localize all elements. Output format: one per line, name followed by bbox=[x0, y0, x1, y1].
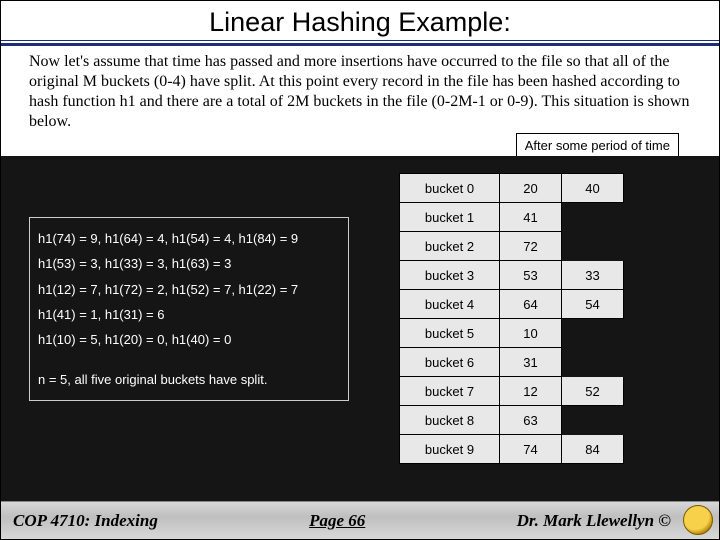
slide: Linear Hashing Example: Now let's assume… bbox=[0, 0, 720, 540]
bucket-value bbox=[562, 319, 624, 348]
footer: COP 4710: Indexing Page 66 Dr. Mark Llew… bbox=[1, 501, 719, 539]
bucket-label: bucket 4 bbox=[400, 290, 500, 319]
bucket-value: 74 bbox=[500, 435, 562, 464]
bucket-label: bucket 1 bbox=[400, 203, 500, 232]
bucket-value: 41 bbox=[500, 203, 562, 232]
hash-note: n = 5, all five original buckets have sp… bbox=[38, 367, 340, 392]
hash-line: h1(74) = 9, h1(64) = 4, h1(54) = 4, h1(8… bbox=[38, 226, 340, 251]
bucket-value: 53 bbox=[500, 261, 562, 290]
slide-title: Linear Hashing Example: bbox=[1, 1, 719, 41]
table-row: bucket 71252 bbox=[400, 377, 624, 406]
bucket-value: 33 bbox=[562, 261, 624, 290]
hash-line: h1(12) = 7, h1(72) = 2, h1(52) = 7, h1(2… bbox=[38, 277, 340, 302]
bucket-label: bucket 3 bbox=[400, 261, 500, 290]
bucket-value: 40 bbox=[562, 174, 624, 203]
footer-left: COP 4710: Indexing bbox=[1, 511, 158, 531]
bucket-value: 20 bbox=[500, 174, 562, 203]
hash-line: h1(53) = 3, h1(33) = 3, h1(63) = 3 bbox=[38, 251, 340, 276]
bucket-label: bucket 9 bbox=[400, 435, 500, 464]
hash-values-box: h1(74) = 9, h1(64) = 4, h1(54) = 4, h1(8… bbox=[29, 217, 349, 401]
bucket-value: 31 bbox=[500, 348, 562, 377]
body-paragraph: Now let's assume that time has passed an… bbox=[1, 46, 719, 132]
table-row: bucket 46454 bbox=[400, 290, 624, 319]
bucket-value bbox=[562, 406, 624, 435]
bucket-label: bucket 8 bbox=[400, 406, 500, 435]
bucket-value: 10 bbox=[500, 319, 562, 348]
table-row: bucket 272 bbox=[400, 232, 624, 261]
bucket-label: bucket 0 bbox=[400, 174, 500, 203]
bucket-label: bucket 2 bbox=[400, 232, 500, 261]
table-row: bucket 631 bbox=[400, 348, 624, 377]
bucket-value: 54 bbox=[562, 290, 624, 319]
table-row: bucket 141 bbox=[400, 203, 624, 232]
title-bar: Linear Hashing Example: bbox=[1, 1, 719, 46]
hash-line: h1(10) = 5, h1(20) = 0, h1(40) = 0 bbox=[38, 327, 340, 352]
bucket-value bbox=[562, 348, 624, 377]
bucket-value: 52 bbox=[562, 377, 624, 406]
bucket-label: bucket 7 bbox=[400, 377, 500, 406]
bucket-value: 64 bbox=[500, 290, 562, 319]
bucket-value: 63 bbox=[500, 406, 562, 435]
bucket-label: bucket 6 bbox=[400, 348, 500, 377]
hash-line: h1(41) = 1, h1(31) = 6 bbox=[38, 302, 340, 327]
bucket-label: bucket 5 bbox=[400, 319, 500, 348]
caption-box: After some period of time bbox=[516, 133, 679, 158]
table-row: bucket 97484 bbox=[400, 435, 624, 464]
bucket-value bbox=[562, 232, 624, 261]
bucket-table: bucket 02040bucket 141bucket 272bucket 3… bbox=[399, 173, 624, 464]
bucket-value: 12 bbox=[500, 377, 562, 406]
footer-page: Page 66 bbox=[158, 511, 517, 531]
table-row: bucket 35333 bbox=[400, 261, 624, 290]
table-row: bucket 02040 bbox=[400, 174, 624, 203]
bucket-value bbox=[562, 203, 624, 232]
bucket-value: 72 bbox=[500, 232, 562, 261]
ucf-logo-icon bbox=[683, 505, 713, 535]
bucket-value: 84 bbox=[562, 435, 624, 464]
table-row: bucket 510 bbox=[400, 319, 624, 348]
table-row: bucket 863 bbox=[400, 406, 624, 435]
